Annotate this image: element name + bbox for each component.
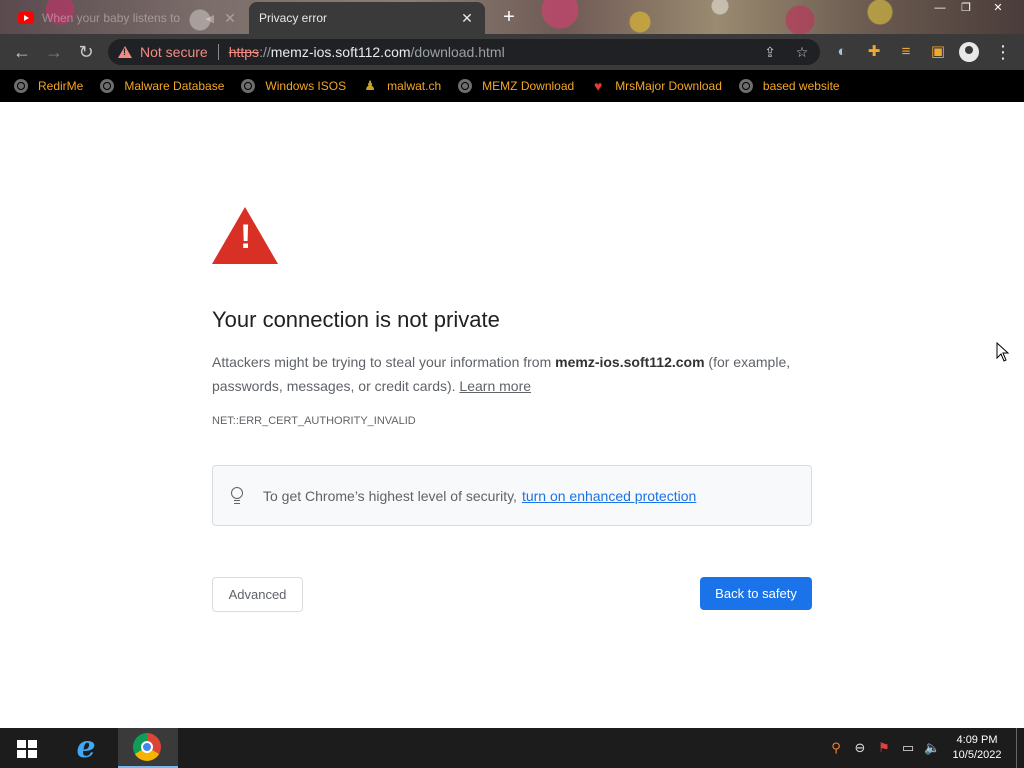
tray-status-icon[interactable]: ⊖ (852, 740, 868, 756)
volume-icon[interactable]: 🔈 (924, 740, 940, 756)
clock-time: 4:09 PM (956, 734, 998, 746)
youtube-icon (18, 12, 34, 24)
bookmark-label: based website (762, 79, 840, 93)
tab-strip: When your baby listens to ◀ ✕ Privacy er… (0, 0, 1024, 34)
divider (217, 44, 219, 60)
globe-icon (458, 79, 473, 93)
url-separator: :// (259, 44, 271, 60)
side-panel-icon[interactable]: ▣ (928, 42, 948, 62)
bookmark-based-website[interactable]: based website (738, 79, 840, 93)
globe-icon (100, 79, 115, 93)
maximize-button[interactable]: ❐ (952, 2, 980, 16)
bookmark-windows-isos[interactable]: Windows ISOS (241, 79, 346, 93)
globe-icon (738, 79, 753, 93)
bookmark-label: MEMZ Download (482, 79, 575, 93)
bookmark-malware-database[interactable]: Malware Database (100, 79, 224, 93)
bookmark-mrsmajor-download[interactable]: ♥ MrsMajor Download (591, 79, 722, 93)
profile-avatar-icon[interactable] (959, 42, 979, 62)
reload-button[interactable]: ↻ (74, 40, 98, 64)
bookmark-memz-download[interactable]: MEMZ Download (458, 79, 574, 93)
minimize-button[interactable]: — (926, 2, 954, 16)
more-menu-icon[interactable]: ⋮ (994, 41, 1012, 63)
globe-icon (241, 79, 256, 93)
privacy-error-page: ! Your connection is not private Attacke… (0, 102, 1024, 728)
tab-title: Privacy error (259, 11, 328, 25)
forward-button[interactable]: → (42, 40, 66, 64)
mouse-cursor-icon (996, 342, 1010, 362)
security-label[interactable]: Not secure (140, 44, 208, 60)
close-icon[interactable]: ✕ (222, 10, 238, 27)
enhanced-protection-link[interactable]: turn on enhanced protection (522, 488, 696, 504)
bookmark-label: RedirMe (38, 79, 84, 93)
description-host: memz-ios.soft112.com (555, 354, 705, 370)
show-desktop-button[interactable] (1016, 728, 1017, 768)
clock-date: 10/5/2022 (952, 749, 1002, 761)
audio-muted-icon[interactable]: ◀ (206, 12, 214, 25)
back-to-safety-button[interactable]: Back to safety (700, 577, 812, 610)
bookmark-redirme[interactable]: RedirMe (14, 79, 83, 93)
tab-title: When your baby listens to (42, 11, 181, 25)
page-title: Your connection is not private (212, 307, 500, 332)
extension-flag-icon[interactable]: ◐ (832, 42, 852, 62)
bookmark-label: Malware Database (124, 79, 225, 93)
windows-start-icon[interactable] (17, 740, 37, 758)
bookmarks-bar: RedirMe Malware Database Windows ISOS ♟ … (0, 70, 1024, 102)
description-prefix: Attackers might be trying to steal your … (212, 354, 556, 370)
tab-youtube[interactable]: When your baby listens to ◀ ✕ (8, 2, 248, 34)
internet-explorer-icon[interactable]: e (70, 732, 102, 764)
error-code: NET::ERR_CERT_AUTHORITY_INVALID (212, 415, 416, 427)
bookmark-label: Windows ISOS (265, 79, 347, 93)
back-button[interactable]: ← (10, 40, 34, 64)
network-icon[interactable]: ▭ (900, 740, 916, 756)
bookmark-label: malwat.ch (387, 79, 442, 93)
warning-triangle-icon: ! (212, 207, 278, 264)
person-icon: ♟ (364, 78, 376, 93)
bookmark-label: MrsMajor Download (615, 79, 722, 93)
warning-icon[interactable] (118, 46, 132, 58)
bookmark-star-icon[interactable]: ☆ (794, 44, 810, 60)
learn-more-link[interactable]: Learn more (459, 378, 531, 394)
error-description: Attackers might be trying to steal your … (212, 350, 812, 398)
heart-icon: ♥ (594, 78, 603, 94)
chrome-icon (133, 733, 161, 761)
windows-taskbar: e ⚲ ⊖ ⚑ ▭ 🔈 4:09 PM 10/5/2022 (0, 728, 1024, 768)
new-tab-button[interactable]: + (498, 6, 520, 28)
url-host: memz-ios.soft112.com (270, 44, 411, 60)
browser-toolbar: ← → ↻ Not secure https://memz-ios.soft11… (0, 34, 1024, 70)
close-icon[interactable]: ✕ (459, 10, 475, 27)
tab-privacy-error[interactable]: Privacy error ✕ (249, 2, 485, 34)
search-icon[interactable]: ⚲ (828, 740, 844, 756)
system-clock[interactable]: 4:09 PM 10/5/2022 (946, 733, 1008, 763)
advanced-button[interactable]: Advanced (212, 577, 303, 612)
url-scheme: https (228, 44, 260, 60)
action-center-flag-icon[interactable]: ⚑ (876, 740, 892, 756)
enhanced-protection-box: To get Chrome’s highest level of securit… (212, 465, 812, 526)
share-icon[interactable]: ⇪ (762, 44, 778, 60)
info-text: To get Chrome’s highest level of securit… (263, 487, 517, 504)
bookmark-malwatch[interactable]: ♟ malwat.ch (363, 78, 442, 94)
address-bar[interactable]: Not secure https://memz-ios.soft112.com/… (108, 39, 820, 65)
close-window-button[interactable]: ✕ (984, 2, 1012, 16)
url-path: /download.html (410, 44, 505, 60)
media-control-icon[interactable]: ≡ (896, 42, 916, 62)
taskbar-chrome-button[interactable] (118, 728, 178, 768)
extensions-puzzle-icon[interactable]: ✚ (864, 42, 884, 62)
lightbulb-icon (230, 486, 244, 505)
globe-icon (14, 79, 28, 93)
